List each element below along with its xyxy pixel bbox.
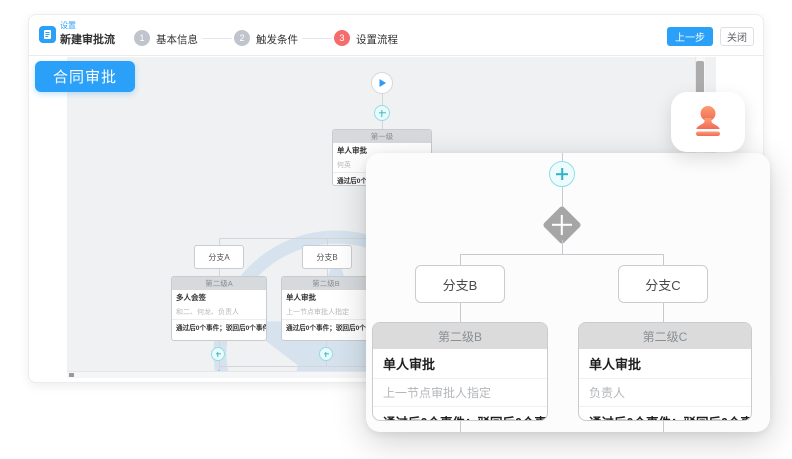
node-header: 第二级C	[579, 323, 751, 349]
approve-type: 多人会签	[172, 290, 266, 305]
step-3-circle[interactable]: 3	[334, 30, 350, 46]
document-icon	[39, 26, 56, 43]
node-header: 第一级	[333, 130, 431, 143]
flow-connector-line	[663, 421, 664, 432]
approve-type: 单人审批	[579, 349, 751, 378]
stamp-card	[671, 92, 745, 152]
top-bar: 设置 新建审批流 1 基本信息 2 触发条件 3 设置流程 上一步 关闭	[29, 15, 763, 56]
page: 设置 新建审批流 1 基本信息 2 触发条件 3 设置流程 上一步 关闭	[0, 0, 792, 459]
horizontal-scrollbar-thumb[interactable]	[69, 373, 74, 377]
flow-connector-line	[382, 121, 383, 129]
node-header: 第二级A	[172, 277, 266, 290]
add-node-button[interactable]	[211, 347, 225, 361]
flow-connector-line	[663, 303, 664, 322]
branch-node-a[interactable]: 分支A	[194, 245, 244, 269]
approval-node-level2b[interactable]: 第二级B 单人审批 上一节点审批人指定 通过后0个事件；驳回后0个事件	[281, 276, 371, 341]
branch-node-c[interactable]: 分支C	[618, 265, 708, 303]
flow-connector-line	[382, 94, 383, 105]
flow-connector-line	[663, 254, 664, 265]
events-summary: 通过后0个事件；驳回后0个事件	[282, 319, 370, 334]
start-node[interactable]	[371, 72, 393, 94]
approve-type: 单人审批	[282, 290, 370, 305]
plus-icon	[548, 211, 576, 239]
branch-node-b[interactable]: 分支B	[302, 245, 352, 269]
events-summary: 通过后0个事件；驳回后0个事件	[579, 407, 751, 421]
approval-node-level2c[interactable]: 第二级C 单人审批 负责人 通过后0个事件；驳回后0个事件	[578, 322, 752, 421]
flow-connector-line	[219, 269, 220, 276]
add-node-button[interactable]	[374, 105, 390, 121]
node-header: 第二级B	[282, 277, 370, 290]
approve-type: 单人审批	[373, 349, 547, 378]
flow-connector-line	[460, 421, 461, 432]
approval-node-level2b[interactable]: 第二级B 单人审批 上一节点审批人指定 通过后0个事件；驳回后0个事件	[372, 322, 548, 421]
add-node-button[interactable]	[319, 347, 333, 361]
page-title: 新建审批流	[60, 31, 115, 47]
step-connector	[202, 38, 232, 39]
step-3-label[interactable]: 设置流程	[356, 32, 398, 47]
step-2-label[interactable]: 触发条件	[256, 32, 298, 47]
branch-split-line	[460, 254, 663, 255]
flow-connector-line	[460, 303, 461, 322]
approval-node-level2a[interactable]: 第二级A 多人会签 和二、何龙、负责人 通过后0个事件；驳回后0个事件	[171, 276, 267, 341]
flow-connector-line	[327, 238, 328, 245]
flow-connector-line	[562, 153, 563, 161]
assignee: 负责人	[579, 378, 751, 407]
assignee: 和二、何龙、负责人	[172, 305, 266, 319]
app-subtitle: 设置	[60, 20, 76, 31]
add-node-button[interactable]	[549, 161, 575, 187]
events-summary: 通过后0个事件；驳回后0个事件	[172, 319, 266, 334]
flow-name-tag: 合同审批	[35, 61, 135, 92]
step-1-label[interactable]: 基本信息	[156, 32, 198, 47]
branch-node-b[interactable]: 分支B	[415, 265, 505, 303]
flow-connector-line	[460, 254, 461, 265]
flow-connector-line	[219, 238, 220, 245]
step-1-circle[interactable]: 1	[134, 30, 150, 46]
assignee: 上一节点审批人指定	[373, 378, 547, 407]
previous-step-button[interactable]: 上一步	[667, 27, 713, 46]
stamp-icon	[690, 105, 726, 139]
close-button[interactable]: 关闭	[720, 27, 754, 46]
events-summary: 通过后0个事件；驳回后0个事件	[373, 407, 547, 421]
flow-connector-line	[327, 269, 328, 276]
node-header: 第二级B	[373, 323, 547, 349]
assignee: 上一节点审批人指定	[282, 305, 370, 319]
play-icon	[377, 78, 387, 88]
step-2-circle[interactable]: 2	[234, 30, 250, 46]
zoom-detail-panel: 分支B 分支C 第二级B 单人审批 上一节点审批人指定 通过后0个事件；驳回后0…	[366, 153, 770, 432]
step-connector	[302, 38, 332, 39]
flow-connector-line	[562, 240, 563, 254]
